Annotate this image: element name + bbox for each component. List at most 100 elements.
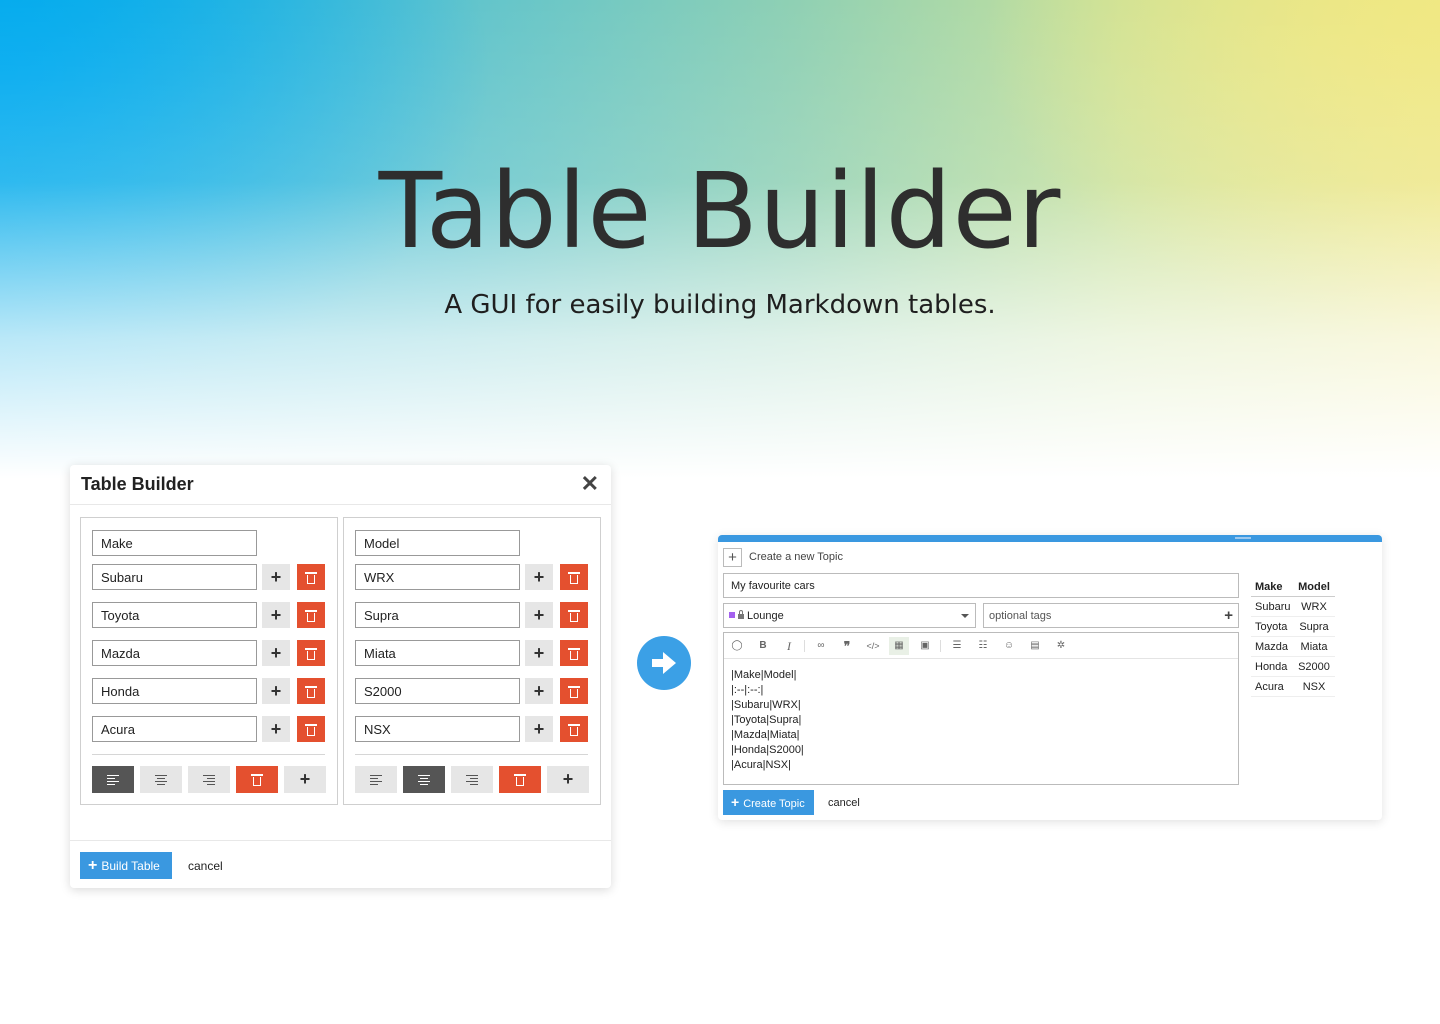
add-row-button[interactable]: + (525, 716, 553, 742)
plus-icon[interactable]: + (723, 548, 742, 567)
add-row-button[interactable]: + (525, 602, 553, 628)
plus-icon: + (731, 794, 740, 810)
link-icon[interactable]: ∞ (811, 637, 831, 655)
markdown-line: |:--|:--:| (731, 684, 764, 696)
image-icon[interactable]: ▣ (915, 637, 935, 655)
category-label: Lounge (747, 610, 784, 622)
trash-icon (305, 571, 317, 584)
cell-input[interactable]: Miata (355, 640, 520, 666)
cell-input[interactable]: Honda (92, 678, 257, 704)
trash-icon (514, 774, 526, 786)
blockquote-icon[interactable]: ❞ (837, 637, 857, 655)
cell-input[interactable]: S2000 (355, 678, 520, 704)
align-right-icon (203, 774, 215, 785)
delete-row-button[interactable] (560, 716, 588, 742)
emoji-icon[interactable]: ☺ (999, 637, 1019, 655)
column-header-input[interactable]: Make (92, 530, 257, 556)
align-left-button[interactable] (355, 766, 397, 793)
preview-cell: Subaru (1255, 601, 1291, 613)
table-icon[interactable]: ▦ (889, 637, 909, 655)
align-center-icon (418, 774, 430, 785)
gear-icon[interactable]: ✲ (1051, 637, 1071, 655)
lock-icon (738, 610, 744, 619)
create-topic-button[interactable]: + Create Topic (723, 790, 814, 815)
preview-cell: Supra (1299, 621, 1329, 633)
delete-column-button[interactable] (499, 766, 541, 793)
markdown-line: |Subaru|WRX| (731, 699, 801, 711)
markdown-editor[interactable]: ◯ B I ∞ ❞ </> ▦ ▣ ☰ ☷ ☺ ▤ ✲ |Make|Model|… (723, 632, 1239, 785)
add-row-button[interactable]: + (262, 564, 290, 590)
category-select[interactable]: Lounge (723, 603, 976, 628)
modal-title: Table Builder (81, 474, 194, 494)
plus-icon[interactable]: + (1224, 607, 1233, 624)
add-row-button[interactable]: + (262, 716, 290, 742)
table-builder-modal: Table Builder ✕ Make Subaru + Toyota + M… (70, 465, 611, 888)
preview-cell: Acura (1255, 681, 1284, 693)
calendar-icon[interactable]: ▤ (1025, 637, 1045, 655)
delete-row-button[interactable] (297, 640, 325, 666)
align-right-button[interactable] (188, 766, 230, 793)
topic-title-input[interactable]: My favourite cars (723, 573, 1239, 598)
cancel-link[interactable]: cancel (188, 859, 223, 873)
build-table-label: Build Table (101, 859, 160, 873)
column-editor-model: Model WRX + Supra + Miata + S2000 + NSX … (343, 517, 601, 805)
modal-footer-divider (70, 840, 611, 841)
numbered-list-icon[interactable]: ☷ (973, 637, 993, 655)
delete-row-button[interactable] (297, 716, 325, 742)
cell-input[interactable]: Supra (355, 602, 520, 628)
add-column-button[interactable]: + (284, 766, 326, 793)
markdown-line: |Honda|S2000| (731, 744, 804, 756)
cancel-link[interactable]: cancel (828, 797, 860, 809)
composer-top-bar (718, 535, 1382, 542)
markdown-line: |Toyota|Supra| (731, 714, 802, 726)
align-right-icon (466, 774, 478, 785)
delete-column-button[interactable] (236, 766, 278, 793)
italic-icon[interactable]: I (779, 637, 799, 655)
align-center-button[interactable] (403, 766, 445, 793)
preview-row: Subaru WRX (1251, 597, 1335, 617)
preview-cell: Mazda (1255, 641, 1289, 653)
add-row-button[interactable]: + (262, 678, 290, 704)
add-column-button[interactable]: + (547, 766, 589, 793)
close-icon[interactable]: ✕ (581, 473, 599, 495)
add-row-button[interactable]: + (525, 564, 553, 590)
bold-icon[interactable]: B (753, 637, 773, 655)
preview-row: Toyota Supra (1251, 617, 1335, 637)
cell-input[interactable]: WRX (355, 564, 520, 590)
column-header-input[interactable]: Model (355, 530, 520, 556)
add-row-button[interactable]: + (525, 678, 553, 704)
preview-cell: NSX (1302, 681, 1326, 693)
add-row-button[interactable]: + (525, 640, 553, 666)
drag-grip-icon[interactable] (1235, 537, 1251, 539)
build-table-button[interactable]: + Build Table (80, 852, 172, 879)
code-icon[interactable]: </> (863, 637, 883, 655)
delete-row-button[interactable] (297, 678, 325, 704)
align-right-button[interactable] (451, 766, 493, 793)
align-left-button[interactable] (92, 766, 134, 793)
cell-input[interactable]: Toyota (92, 602, 257, 628)
editor-toolbar: ◯ B I ∞ ❞ </> ▦ ▣ ☰ ☷ ☺ ▤ ✲ (724, 633, 1238, 659)
delete-row-button[interactable] (297, 602, 325, 628)
align-center-button[interactable] (140, 766, 182, 793)
delete-row-button[interactable] (560, 678, 588, 704)
preview-cell: Toyota (1255, 621, 1288, 633)
add-row-button[interactable]: + (262, 602, 290, 628)
quote-icon[interactable]: ◯ (727, 637, 747, 655)
delete-row-button[interactable] (560, 602, 588, 628)
cell-input[interactable]: Mazda (92, 640, 257, 666)
delete-row-button[interactable] (560, 640, 588, 666)
cell-input[interactable]: NSX (355, 716, 520, 742)
bullet-list-icon[interactable]: ☰ (947, 637, 967, 655)
cell-input[interactable]: Acura (92, 716, 257, 742)
toolbar-separator (804, 640, 805, 652)
cell-input[interactable]: Subaru (92, 564, 257, 590)
tags-input[interactable]: optional tags + (983, 603, 1239, 628)
trash-icon (251, 774, 263, 786)
chevron-down-icon (961, 614, 969, 618)
preview-row: Acura NSX (1251, 677, 1335, 697)
delete-row-button[interactable] (297, 564, 325, 590)
add-row-button[interactable]: + (262, 640, 290, 666)
trash-icon (305, 609, 317, 622)
trash-icon (568, 685, 580, 698)
delete-row-button[interactable] (560, 564, 588, 590)
